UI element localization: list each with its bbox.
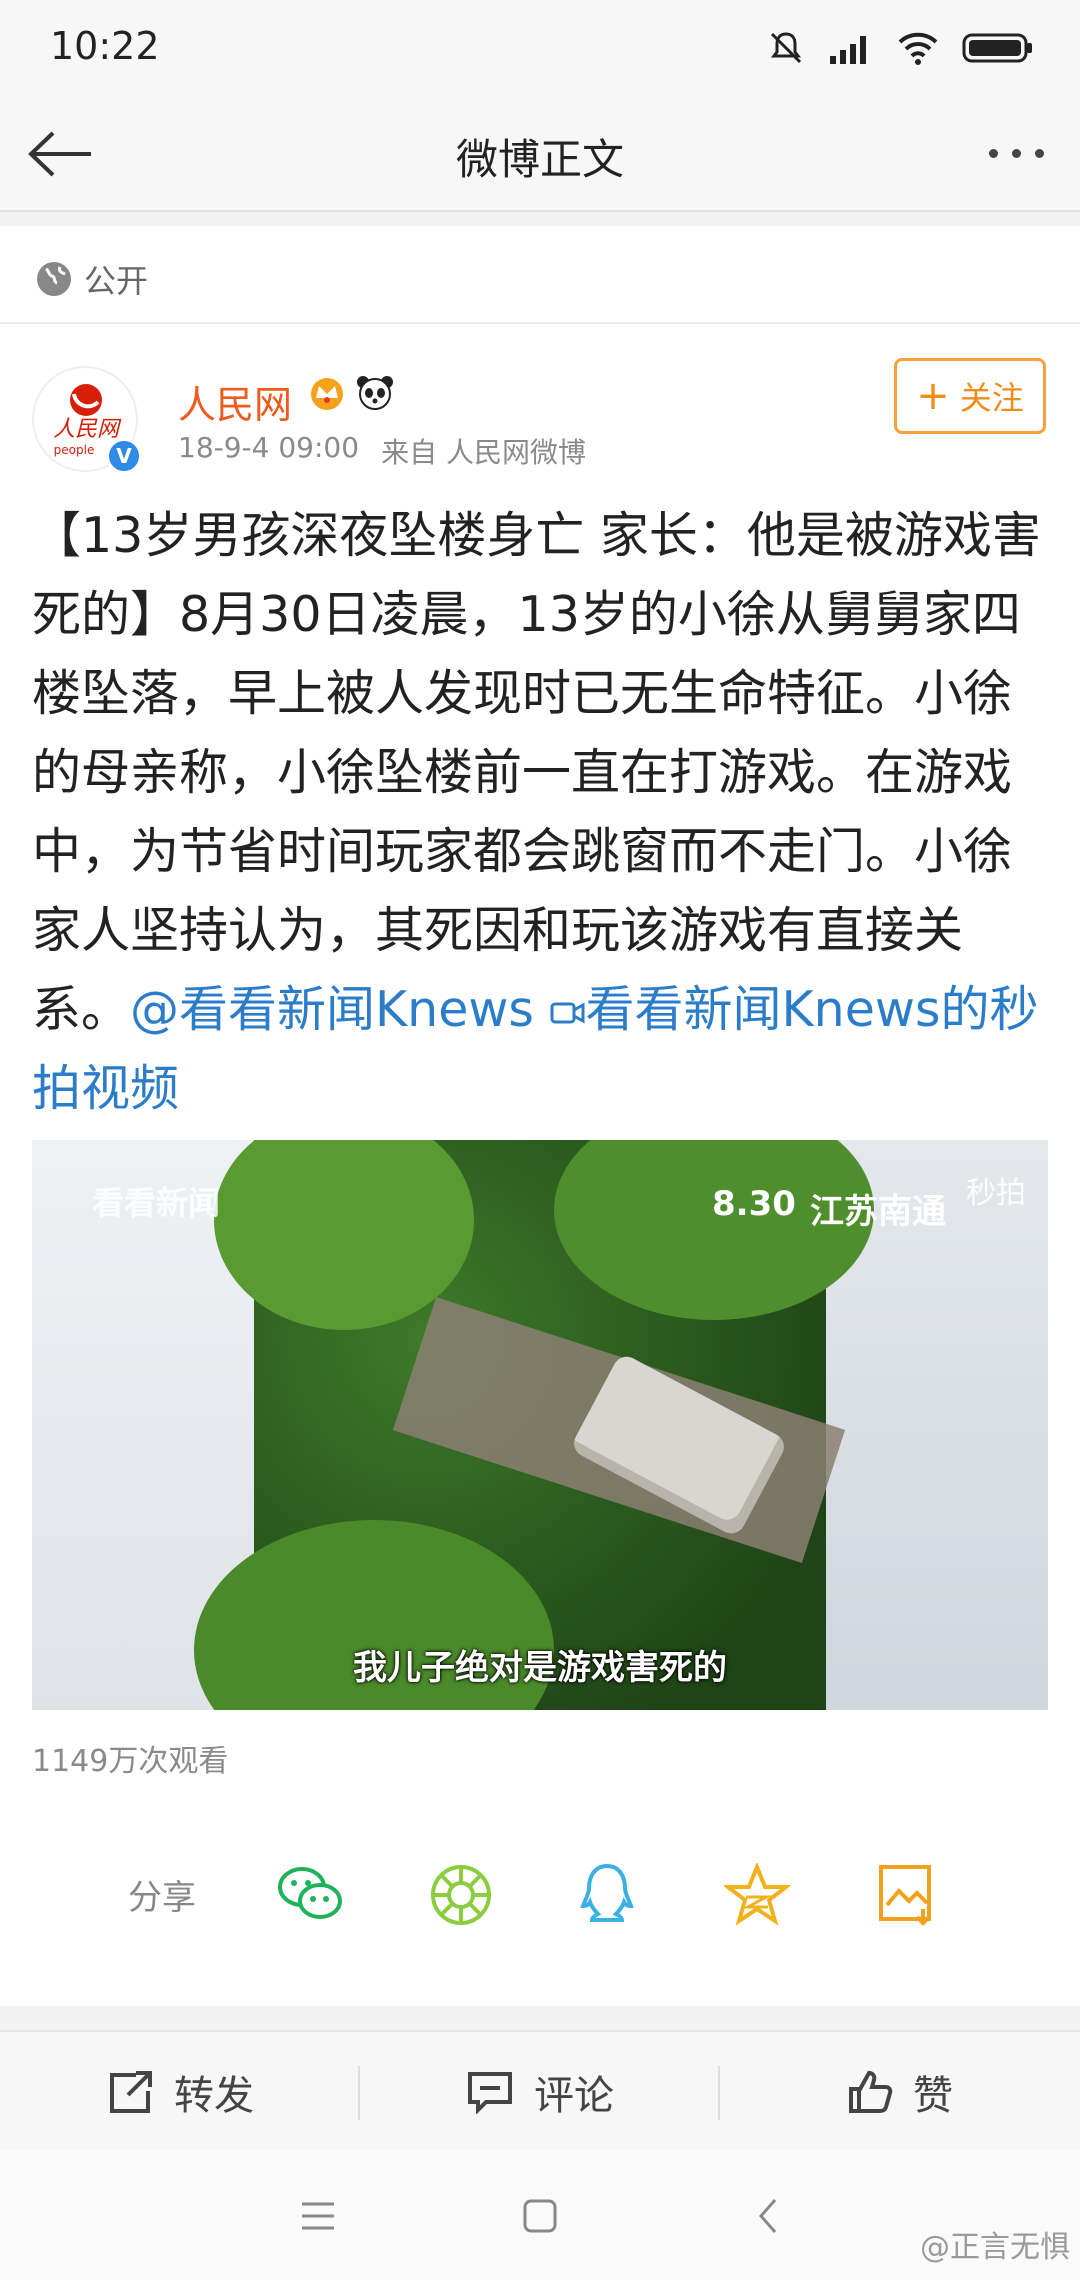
wechat-icon[interactable] xyxy=(276,1860,346,1930)
menu-nav-button[interactable] xyxy=(278,2184,358,2248)
post-body: 【13岁男孩深夜坠楼身亡 家长：他是被游戏害死的】8月30日凌晨，13岁的小徐从… xyxy=(32,507,1041,1038)
repost-button[interactable]: 转发 xyxy=(0,2032,360,2152)
repost-label: 转发 xyxy=(174,2073,254,2119)
more-dot xyxy=(988,148,998,158)
back-nav-button[interactable] xyxy=(728,2184,808,2248)
divider xyxy=(0,322,1080,324)
mute-bell-icon xyxy=(770,32,802,64)
crown-vip-icon[interactable] xyxy=(306,372,348,412)
follow-button[interactable]: + 关注 xyxy=(894,358,1046,434)
post-timestamp: 18-9-4 09:00 xyxy=(178,431,360,464)
corner-watermark: @正言无惧 xyxy=(920,2230,1070,2265)
back-chevron-icon xyxy=(759,2199,777,2233)
video-caption: 我儿子绝对是游戏害死的 xyxy=(353,1648,727,1688)
video-watermark: 看看新闻 xyxy=(92,1184,221,1222)
post-card: 公开 人民网 people V 人民网 18-9-4 09:00 来自 人民网微… xyxy=(0,226,1080,2006)
page-title: 微博正文 xyxy=(455,135,624,184)
qzone-icon[interactable] xyxy=(722,1860,792,1930)
video-link-icon xyxy=(550,1001,585,1024)
thumbs-up-icon xyxy=(849,2070,893,2113)
visibility-label: 公开 xyxy=(84,262,149,300)
battery-icon xyxy=(962,33,1032,63)
view-count: 1149万次观看 xyxy=(32,1744,229,1779)
action-bar: 转发 评论 赞 xyxy=(0,2030,1080,2150)
more-button[interactable] xyxy=(976,118,1056,188)
svg-text:人民网: 人民网 xyxy=(53,417,122,442)
system-nav-bar: @正言无惧 xyxy=(0,2150,1080,2280)
like-button[interactable]: 赞 xyxy=(720,2032,1080,2152)
video-date: 8.30 xyxy=(712,1184,796,1224)
video-platform-mark: 秒拍 xyxy=(966,1176,1026,1211)
qq-icon[interactable] xyxy=(572,1860,642,1930)
video-region: 江苏南通 xyxy=(810,1192,946,1232)
video-player[interactable]: 看看新闻 8.30 江苏南通 秒拍 我儿子绝对是游戏害死的 xyxy=(32,1140,1048,1710)
post-text: 【13岁男孩深夜坠楼身亡 家长：他是被游戏害死的】8月30日凌晨，13岁的小徐从… xyxy=(32,496,1048,1128)
verified-badge-icon: V xyxy=(106,438,142,474)
panda-icon[interactable] xyxy=(354,372,396,412)
follow-label: 关注 xyxy=(959,379,1024,417)
home-nav-button[interactable] xyxy=(500,2184,580,2248)
signal-icon xyxy=(830,36,866,64)
share-label: 分享 xyxy=(128,1878,196,1918)
comment-label: 评论 xyxy=(534,2073,614,2119)
home-square-icon xyxy=(523,2199,557,2233)
plus-icon: + xyxy=(916,373,950,419)
visibility-row: 公开 xyxy=(34,256,148,302)
wifi-icon xyxy=(898,32,938,65)
globe-icon xyxy=(37,262,71,296)
comment-icon xyxy=(468,2072,512,2114)
mention-link[interactable]: @看看新闻Knews xyxy=(130,981,534,1038)
comment-button[interactable]: 评论 xyxy=(360,2032,720,2152)
moments-icon[interactable] xyxy=(426,1860,496,1930)
more-dot xyxy=(1034,148,1044,158)
svg-text:people: people xyxy=(54,443,95,457)
post-meta: 18-9-4 09:00 来自 人民网微博 xyxy=(178,431,586,471)
video-frame xyxy=(194,1140,874,1710)
user-badges xyxy=(306,372,396,412)
status-icons xyxy=(766,28,1034,68)
status-bar: 10:22 xyxy=(0,0,1080,96)
menu-icon xyxy=(302,2202,334,2230)
author-name[interactable]: 人民网 xyxy=(178,374,292,429)
like-label: 赞 xyxy=(913,2073,953,2119)
post-source: 来自 人民网微博 xyxy=(381,436,586,469)
more-dot xyxy=(1011,148,1021,158)
share-row: 分享 xyxy=(0,1848,1080,1944)
save-image-icon[interactable] xyxy=(872,1860,942,1930)
avatar[interactable]: 人民网 people V xyxy=(32,366,142,474)
nav-bar: 微博正文 xyxy=(0,96,1080,212)
status-time: 10:22 xyxy=(50,24,160,68)
repost-icon xyxy=(110,2071,152,2113)
